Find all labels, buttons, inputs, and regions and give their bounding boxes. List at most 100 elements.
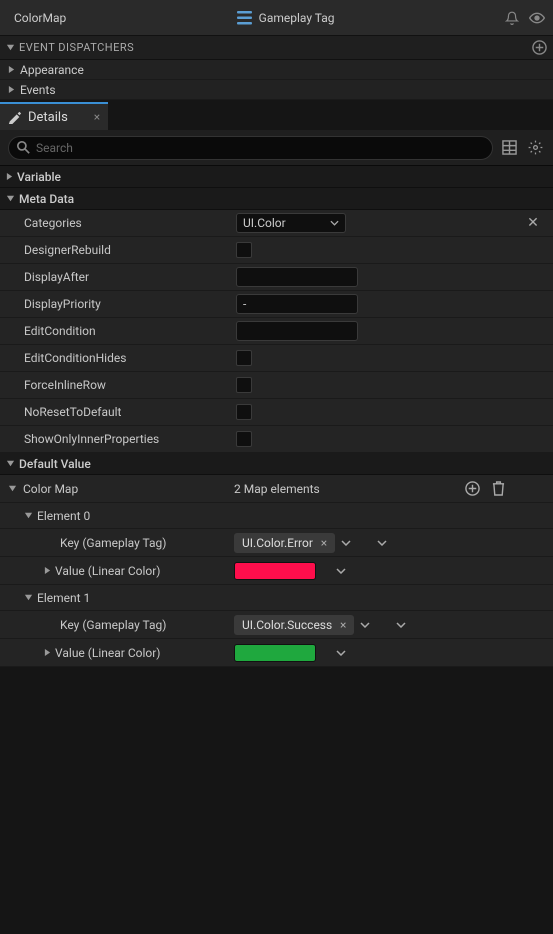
collapse-icon[interactable]: [44, 648, 51, 657]
section-label: Default Value: [19, 457, 91, 471]
prop-label: ForceInlineRow: [0, 378, 234, 392]
chevron-down-icon[interactable]: [377, 540, 387, 546]
element-1-key: Key (Gameplay Tag) UI.Color.Success ×: [0, 611, 553, 639]
element-0-value: Value (Linear Color): [0, 557, 553, 585]
checkbox[interactable]: [236, 404, 252, 420]
search-bar: [0, 130, 553, 166]
collapse-icon: [6, 65, 16, 74]
prop-show-only-inner: ShowOnlyInnerProperties: [0, 426, 553, 453]
checkbox[interactable]: [236, 242, 252, 258]
variable-section-header[interactable]: Variable: [0, 166, 553, 188]
element-1-header[interactable]: Element 1: [0, 585, 553, 611]
section-label: Meta Data: [19, 192, 74, 206]
element-0-header[interactable]: Element 0: [0, 503, 553, 529]
color-swatch[interactable]: [234, 562, 316, 580]
prop-label: DisplayPriority: [0, 297, 234, 311]
text-input[interactable]: [236, 321, 358, 341]
tag-pill[interactable]: UI.Color.Error ×: [234, 533, 335, 553]
prop-edit-condition-hides: EditConditionHides: [0, 345, 553, 372]
close-tab-icon[interactable]: ×: [94, 110, 100, 124]
prop-label: Color Map: [23, 482, 78, 496]
dispatcher-label: Appearance: [20, 63, 84, 77]
color-map-row: Color Map 2 Map elements: [0, 475, 553, 503]
delete-element-icon[interactable]: [492, 481, 505, 496]
element-label: Element 1: [37, 591, 90, 605]
expand-icon: [6, 459, 15, 468]
prop-no-reset-to-default: NoResetToDefault: [0, 399, 553, 426]
clear-tag-icon[interactable]: ×: [317, 536, 331, 550]
gameplay-tag-icon: [237, 10, 253, 26]
checkbox[interactable]: [236, 377, 252, 393]
prop-designer-rebuild: DesignerRebuild: [0, 237, 553, 264]
value-label: Value (Linear Color): [55, 646, 160, 660]
key-label: Key (Gameplay Tag): [60, 536, 166, 550]
prop-label: EditCondition: [0, 324, 234, 338]
dispatcher-label: Events: [20, 83, 56, 97]
chevron-down-icon[interactable]: [396, 622, 406, 628]
value-label: Value (Linear Color): [55, 564, 160, 578]
default-value-header[interactable]: Default Value: [0, 453, 553, 475]
section-label: Variable: [17, 170, 61, 184]
collapse-icon[interactable]: [44, 566, 51, 575]
prop-label: Categories: [0, 216, 234, 230]
prop-label: NoResetToDefault: [0, 405, 234, 419]
element-count: 2 Map elements: [234, 482, 320, 496]
expand-icon: [6, 43, 15, 52]
key-label: Key (Gameplay Tag): [60, 618, 166, 632]
expand-icon[interactable]: [8, 484, 17, 493]
number-input[interactable]: -: [236, 294, 358, 314]
prop-edit-condition: EditCondition: [0, 318, 553, 345]
expand-icon: [24, 511, 33, 520]
top-bar: ColorMap Gameplay Tag: [0, 0, 553, 36]
text-input[interactable]: [236, 267, 358, 287]
clear-tag-icon[interactable]: ×: [336, 618, 350, 632]
prop-label: DisplayAfter: [0, 270, 234, 284]
categories-dropdown[interactable]: UI.Color: [236, 213, 346, 233]
prop-label: DesignerRebuild: [0, 243, 234, 257]
dispatcher-events[interactable]: Events: [0, 80, 553, 100]
details-tab[interactable]: Details ×: [0, 102, 108, 130]
prop-force-inline-row: ForceInlineRow: [0, 372, 553, 399]
property-matrix-icon[interactable]: [499, 138, 519, 158]
chevron-down-icon[interactable]: [341, 540, 351, 546]
element-1-value: Value (Linear Color): [0, 639, 553, 667]
bell-icon[interactable]: [505, 11, 519, 25]
search-icon: [17, 141, 30, 154]
variable-type[interactable]: Gameplay Tag: [66, 10, 505, 26]
settings-icon[interactable]: [525, 138, 545, 158]
metadata-section-header[interactable]: Meta Data: [0, 188, 553, 210]
type-label: Gameplay Tag: [259, 11, 335, 25]
eye-icon[interactable]: [529, 12, 545, 24]
chevron-down-icon: [330, 220, 339, 226]
add-dispatcher-icon[interactable]: [531, 40, 547, 56]
prop-categories: Categories UI.Color ✕: [0, 210, 553, 237]
details-tab-bar: Details ×: [0, 100, 553, 130]
section-label: EVENT DISPATCHERS: [19, 41, 134, 54]
element-label: Element 0: [37, 509, 90, 523]
prop-display-priority: DisplayPriority -: [0, 291, 553, 318]
prop-display-after: DisplayAfter: [0, 264, 553, 291]
dispatcher-appearance[interactable]: Appearance: [0, 60, 553, 80]
expand-icon: [6, 194, 15, 203]
prop-label: EditConditionHides: [0, 351, 234, 365]
search-field[interactable]: [36, 141, 484, 155]
checkbox[interactable]: [236, 350, 252, 366]
event-dispatchers-header[interactable]: EVENT DISPATCHERS: [0, 36, 553, 60]
tag-pill[interactable]: UI.Color.Success ×: [234, 615, 354, 635]
collapse-icon: [6, 85, 16, 94]
chevron-down-icon[interactable]: [336, 650, 346, 656]
details-icon: [8, 110, 22, 124]
chevron-down-icon[interactable]: [360, 622, 370, 628]
prop-label: ShowOnlyInnerProperties: [0, 432, 234, 446]
color-swatch[interactable]: [234, 644, 316, 662]
chevron-down-icon[interactable]: [336, 568, 346, 574]
variable-name: ColorMap: [14, 11, 66, 25]
element-0-key: Key (Gameplay Tag) UI.Color.Error ×: [0, 529, 553, 557]
checkbox[interactable]: [236, 431, 252, 447]
collapse-icon: [6, 172, 13, 181]
expand-icon: [24, 593, 33, 602]
add-element-icon[interactable]: [465, 481, 480, 496]
clear-icon[interactable]: ✕: [527, 215, 539, 231]
search-input[interactable]: [8, 136, 493, 160]
tab-label: Details: [28, 110, 68, 125]
